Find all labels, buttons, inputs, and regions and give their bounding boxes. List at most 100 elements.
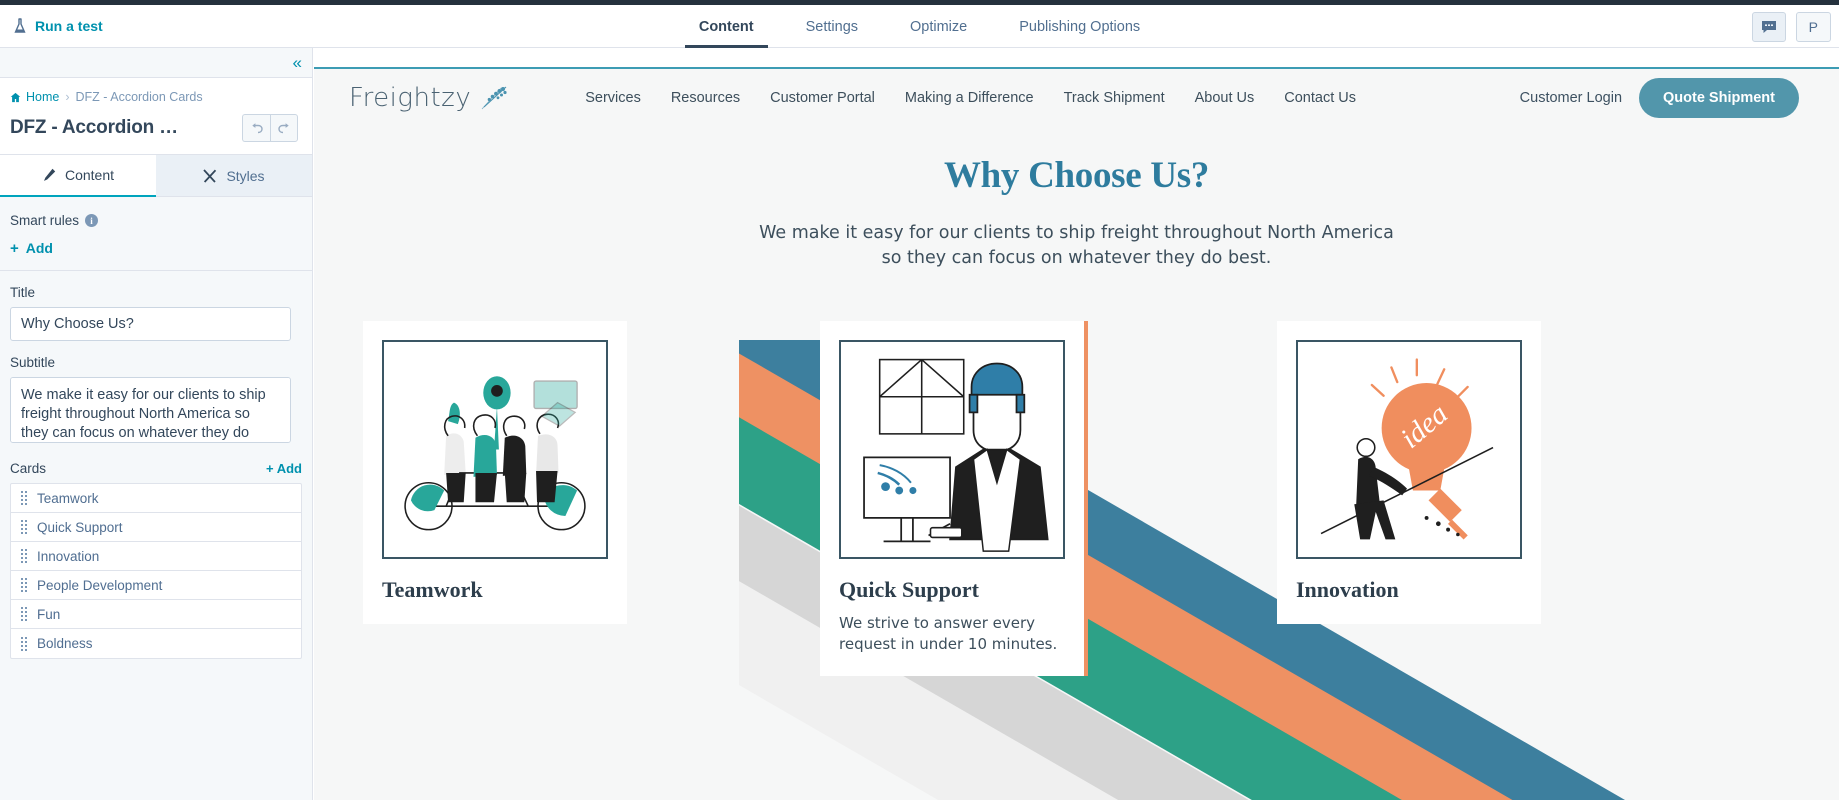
list-item-label: Quick Support [37, 519, 123, 535]
subtitle-field-label: Subtitle [10, 355, 56, 370]
title-field-block: Title [0, 271, 312, 341]
drag-handle-icon[interactable] [21, 491, 27, 505]
list-item[interactable]: Boldness [11, 629, 301, 658]
breadcrumb-current: DFZ - Accordion Cards [75, 90, 203, 104]
nav-link-making-a-difference[interactable]: Making a Difference [905, 90, 1034, 106]
tab-optimize[interactable]: Optimize [884, 5, 993, 48]
app-top-bar: Run a test Content Settings Optimize Pub… [0, 5, 1839, 48]
sidebar-tab-styles-label: Styles [226, 167, 265, 184]
site-logo-text: Freightzy [349, 82, 472, 113]
website-preview-frame: Freightzy Services Resources Customer Po… [314, 67, 1839, 800]
sidebar-tab-content[interactable]: Content [0, 155, 156, 197]
run-a-test-button[interactable]: Run a test [13, 18, 103, 34]
drag-handle-icon[interactable] [21, 549, 27, 563]
comment-icon [1761, 20, 1776, 33]
undo-icon [252, 123, 263, 134]
list-item[interactable]: Teamwork [11, 484, 301, 513]
tab-optimize-label: Optimize [910, 18, 968, 35]
drag-handle-icon[interactable] [21, 607, 27, 621]
hero-section: Why Choose Us? We make it easy for our c… [314, 126, 1839, 271]
list-item-label: People Development [37, 577, 163, 593]
feature-cards-row: Teamwork Quick Support We strive to answ… [314, 321, 1839, 676]
tab-publishing-options-label: Publishing Options [1019, 18, 1141, 35]
smart-rules-add-label: Add [25, 240, 53, 256]
feature-card-innovation[interactable]: idea Innovation [1277, 321, 1541, 624]
home-icon [10, 92, 21, 102]
brush-icon [203, 168, 217, 183]
card-accent-bar [1084, 321, 1088, 676]
site-logo[interactable]: Freightzy [349, 83, 509, 113]
undo-redo-group [242, 114, 298, 142]
sidebar-tabs: Content Styles [0, 155, 312, 197]
list-item-label: Innovation [37, 548, 100, 564]
quote-shipment-button[interactable]: Quote Shipment [1639, 77, 1799, 118]
feature-card-body: We strive to answer every request in und… [839, 614, 1058, 653]
list-item-label: Teamwork [37, 490, 99, 506]
nav-link-services[interactable]: Services [585, 90, 641, 106]
tab-content-label: Content [698, 18, 754, 35]
breadcrumb-home[interactable]: Home [10, 90, 59, 104]
nav-link-track-shipment[interactable]: Track Shipment [1064, 90, 1165, 106]
subtitle-field-block: Subtitle [0, 341, 312, 443]
double-chevron-left-icon[interactable]: « [293, 54, 303, 71]
hero-subtitle: We make it easy for our clients to ship … [759, 223, 1394, 268]
support-agent-at-computer-illustration [839, 340, 1065, 559]
hero-title: Why Choose Us? [943, 155, 1210, 196]
breadcrumb: Home › DFZ - Accordion Cards [10, 90, 298, 104]
tab-settings[interactable]: Settings [780, 5, 884, 48]
undo-button[interactable] [242, 114, 270, 142]
tab-settings-label: Settings [805, 18, 859, 35]
nav-link-contact-us[interactable]: Contact Us [1284, 90, 1356, 106]
title-field-label: Title [10, 285, 36, 300]
sidebar-tab-content-label: Content [64, 167, 115, 183]
smart-rules-label-row: Smart rules i [10, 213, 302, 228]
pencil-icon [43, 168, 56, 181]
feature-card-title: Quick Support [839, 577, 979, 602]
title-input[interactable] [10, 307, 291, 341]
list-item[interactable]: Fun [11, 600, 301, 629]
comments-button[interactable] [1751, 11, 1786, 42]
nav-link-resources[interactable]: Resources [671, 90, 740, 106]
tab-content[interactable]: Content [673, 5, 780, 48]
customer-login-link[interactable]: Customer Login [1520, 90, 1622, 106]
cards-add-button[interactable]: + Add [266, 461, 302, 476]
feature-card-teamwork[interactable]: Teamwork [363, 321, 627, 624]
sidebar-collapse-row: « [0, 48, 312, 78]
cards-list: Teamwork Quick Support Innovation People… [10, 483, 302, 659]
site-nav-links: Services Resources Customer Portal Makin… [585, 90, 1356, 106]
redo-button[interactable] [270, 114, 298, 142]
tab-publishing-options[interactable]: Publishing Options [993, 5, 1166, 48]
nav-link-customer-portal[interactable]: Customer Portal [770, 90, 875, 106]
flask-icon [14, 18, 26, 33]
list-item[interactable]: People Development [11, 571, 301, 600]
run-a-test-label: Run a test [35, 18, 103, 34]
redo-icon [277, 123, 289, 134]
list-item[interactable]: Innovation [11, 542, 301, 571]
info-icon[interactable]: i [85, 214, 99, 227]
list-item-label: Boldness [37, 636, 93, 651]
drag-handle-icon[interactable] [21, 578, 27, 592]
sidebar-tab-styles[interactable]: Styles [156, 155, 312, 197]
wheat-sprig-logo-icon [481, 86, 507, 109]
idea-lightbulb-illustration: idea [1296, 340, 1522, 559]
app-bar-right-actions: P [1751, 5, 1839, 48]
list-item[interactable]: Quick Support [11, 513, 301, 542]
drag-handle-icon[interactable] [21, 636, 27, 651]
site-navigation: Freightzy Services Resources Customer Po… [314, 69, 1839, 126]
nav-link-about-us[interactable]: About Us [1195, 90, 1255, 106]
breadcrumb-separator: › [65, 90, 70, 104]
smart-rules-add-button[interactable]: + Add [10, 240, 302, 256]
preview-button[interactable]: P [1795, 11, 1831, 42]
page-preview-pane: Freightzy Services Resources Customer Po… [313, 48, 1839, 800]
app-tabs: Content Settings Optimize Publishing Opt… [0, 5, 1839, 48]
preview-button-label: P [1808, 18, 1818, 35]
drag-handle-icon[interactable] [21, 520, 27, 534]
smart-rules-label: Smart rules [10, 213, 80, 228]
feature-card-title: Teamwork [382, 577, 483, 602]
feature-card-title: Innovation [1296, 577, 1399, 602]
people-on-tandem-bike-illustration [382, 340, 608, 559]
sidebar-title-row: DFZ - Accordion … [10, 114, 298, 142]
feature-card-quick-support[interactable]: Quick Support We strive to answer every … [820, 321, 1088, 676]
subtitle-input[interactable] [10, 377, 291, 443]
cards-section-label: Cards [10, 461, 47, 476]
